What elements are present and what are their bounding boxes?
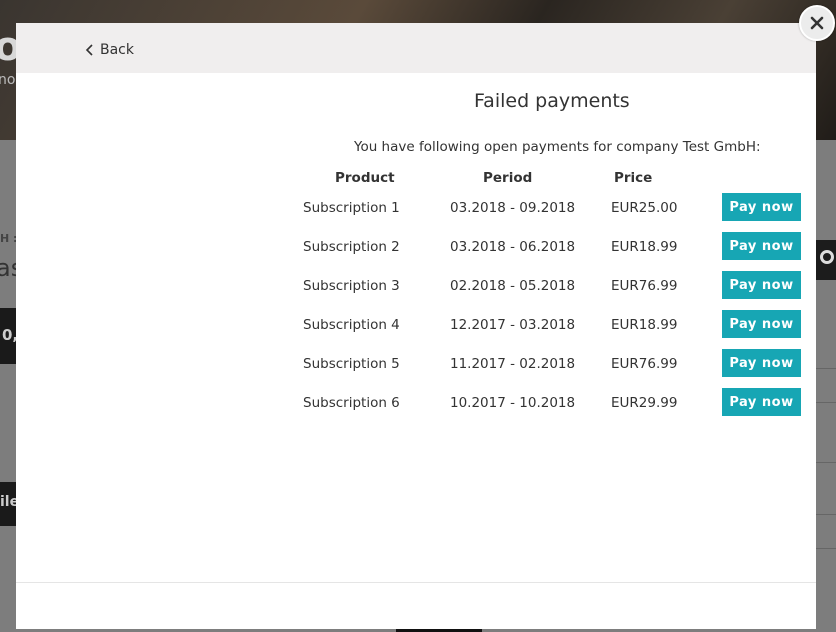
period-cell: 10.2017 - 10.2018 xyxy=(450,395,576,411)
chevron-left-icon xyxy=(85,44,93,56)
column-header-price: Price xyxy=(614,170,653,186)
product-cell: Subscription 2 xyxy=(303,239,400,255)
modal-footer-divider xyxy=(16,582,816,583)
period-cell: 11.2017 - 02.2018 xyxy=(450,356,576,372)
pay-now-button[interactable]: Pay now xyxy=(722,193,801,221)
price-cell: EUR25.00 xyxy=(611,200,678,216)
close-icon xyxy=(810,16,824,30)
product-cell: Subscription 5 xyxy=(303,356,400,372)
pay-now-button[interactable]: Pay now xyxy=(722,232,801,260)
price-cell: EUR76.99 xyxy=(611,278,678,294)
pay-now-button[interactable]: Pay now xyxy=(722,271,801,299)
background-divider xyxy=(816,462,836,463)
product-cell: Subscription 4 xyxy=(303,317,400,333)
price-cell: EUR18.99 xyxy=(611,317,678,333)
back-button[interactable]: Back xyxy=(84,42,134,58)
search-icon xyxy=(820,250,834,264)
price-cell: EUR76.99 xyxy=(611,356,678,372)
close-modal-button[interactable] xyxy=(799,5,835,41)
period-cell: 12.2017 - 03.2018 xyxy=(450,317,576,333)
table-row: Subscription 2 03.2018 - 06.2018 EUR18.9… xyxy=(16,232,816,262)
period-cell: 03.2018 - 06.2018 xyxy=(450,239,576,255)
background-dark-block: 0, xyxy=(0,308,18,364)
table-row: Subscription 4 12.2017 - 03.2018 EUR18.9… xyxy=(16,310,816,340)
background-divider xyxy=(816,368,836,369)
background-label: H : xyxy=(0,232,18,245)
price-cell: EUR18.99 xyxy=(611,239,678,255)
intro-text: You have following open payments for com… xyxy=(354,139,761,155)
pay-now-button[interactable]: Pay now xyxy=(722,349,801,377)
table-row: Subscription 5 11.2017 - 02.2018 EUR76.9… xyxy=(16,349,816,379)
background-divider xyxy=(816,402,836,403)
product-cell: Subscription 3 xyxy=(303,278,400,294)
product-cell: Subscription 6 xyxy=(303,395,400,411)
product-cell: Subscription 1 xyxy=(303,200,400,216)
table-row: Subscription 1 03.2018 - 09.2018 EUR25.0… xyxy=(16,193,816,223)
table-row: Subscription 6 10.2017 - 10.2018 EUR29.9… xyxy=(16,388,816,418)
background-dark-block: ile xyxy=(0,482,19,526)
back-label: Back xyxy=(100,42,134,58)
pay-now-button[interactable]: Pay now xyxy=(722,388,801,416)
modal-title: Failed payments xyxy=(474,90,630,112)
table-row: Subscription 3 02.2018 - 05.2018 EUR76.9… xyxy=(16,271,816,301)
column-header-product: Product xyxy=(335,170,395,186)
background-divider xyxy=(816,514,836,515)
column-header-period: Period xyxy=(483,170,533,186)
pay-now-button[interactable]: Pay now xyxy=(722,310,801,338)
price-cell: EUR29.99 xyxy=(611,395,678,411)
background-hero-subtitle: no xyxy=(0,72,16,88)
period-cell: 02.2018 - 05.2018 xyxy=(450,278,576,294)
period-cell: 03.2018 - 09.2018 xyxy=(450,200,576,216)
background-divider xyxy=(816,548,836,549)
modal-header: Back xyxy=(16,23,816,73)
failed-payments-modal: Back Failed payments You have following … xyxy=(16,23,816,629)
